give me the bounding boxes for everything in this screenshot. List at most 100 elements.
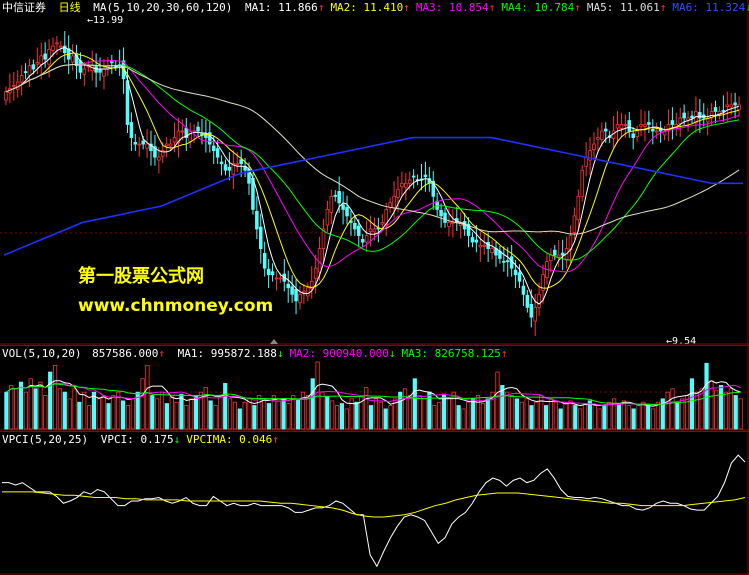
candle-body <box>12 84 16 87</box>
candle-body <box>266 268 271 276</box>
candle-body <box>125 80 130 125</box>
volume-bar <box>86 405 92 430</box>
candle-body <box>345 207 349 217</box>
volume-bar <box>106 403 111 430</box>
candle-body <box>737 104 741 111</box>
volume-bar <box>597 408 602 430</box>
candle-body <box>255 210 259 230</box>
volume-bar <box>72 388 77 430</box>
volume-bar <box>33 388 38 430</box>
volume-bar <box>509 395 515 430</box>
volume-bar <box>471 398 476 430</box>
candle-body <box>478 244 483 248</box>
volume-bar <box>23 391 28 430</box>
candle-body <box>157 156 161 161</box>
volume-bar <box>339 403 344 430</box>
volume-bar <box>558 408 563 430</box>
candle-body <box>23 71 28 73</box>
volume-bar <box>364 387 369 430</box>
candle-body <box>525 294 530 308</box>
volume-bar <box>602 405 607 430</box>
candle-body <box>643 124 647 127</box>
candle-body <box>262 253 267 269</box>
volume-bar <box>67 398 72 430</box>
candle-body <box>227 166 232 171</box>
volume-bar <box>155 398 160 430</box>
candle-body <box>725 104 730 107</box>
candle-body <box>70 55 75 63</box>
candle-body <box>353 223 357 230</box>
volume-bar <box>616 403 622 430</box>
volume-bar <box>57 388 63 430</box>
candle-body <box>560 252 565 256</box>
candle-body <box>670 120 675 125</box>
candle-body <box>59 45 63 48</box>
candle-body <box>286 283 290 289</box>
volume-bar <box>130 398 135 430</box>
candle-body <box>270 271 275 276</box>
volume-bar <box>432 405 437 430</box>
volume-bar <box>403 388 408 430</box>
candle-body <box>600 130 604 140</box>
volume-bar <box>266 403 272 430</box>
candle-body <box>110 61 114 64</box>
volume-bar <box>101 395 106 430</box>
candle-body <box>31 64 36 70</box>
candle-body <box>686 117 690 121</box>
volume-bar <box>719 385 724 430</box>
candle-body <box>505 260 510 263</box>
volume-bar <box>548 398 554 430</box>
candle-body <box>15 81 20 90</box>
candle-body <box>306 287 310 297</box>
volume-bar <box>480 403 485 430</box>
candle-body <box>215 148 220 158</box>
candle-body <box>137 143 142 146</box>
candle-body <box>411 175 416 178</box>
candle-body <box>733 102 737 106</box>
candle-body <box>302 290 306 293</box>
candle-body <box>47 48 51 65</box>
candle-body <box>443 212 447 223</box>
volume-bar <box>412 378 417 430</box>
volume-bar <box>655 401 661 430</box>
volume-bar <box>728 388 733 430</box>
candle-body <box>317 248 322 273</box>
candle-body <box>380 222 385 225</box>
volume-bar <box>587 400 592 430</box>
candle-body <box>596 137 600 140</box>
volume-bar <box>675 401 680 430</box>
volume-bar <box>451 391 456 430</box>
volume-bar <box>203 387 208 430</box>
volume-bar <box>257 395 262 430</box>
candle-body <box>211 145 216 152</box>
volume-bar <box>373 398 379 430</box>
volume-bar <box>291 395 296 430</box>
candle-body <box>357 225 361 236</box>
volume-bar <box>631 408 636 430</box>
ma30-line <box>5 63 740 261</box>
candle-body <box>572 215 577 233</box>
candle-body <box>556 254 561 258</box>
volume-bar <box>505 391 510 430</box>
volume-bar <box>417 395 422 430</box>
candle-body <box>180 130 185 133</box>
candle-body <box>690 115 694 119</box>
candle-body <box>615 124 620 129</box>
candle-body <box>490 248 494 253</box>
volume-bar <box>247 398 252 430</box>
volume-bar <box>641 401 646 430</box>
volume-bar <box>242 401 247 430</box>
volume-bar <box>213 405 218 430</box>
candle-body <box>439 209 443 217</box>
volume-bar <box>466 401 471 430</box>
volume-bar <box>310 378 315 430</box>
volume-bar <box>150 395 155 430</box>
volume-bar <box>330 400 335 430</box>
candle-body <box>251 177 255 210</box>
candle-body <box>333 194 338 197</box>
candle-body <box>188 130 192 142</box>
volume-bar <box>208 400 213 430</box>
candle-body <box>129 122 134 138</box>
candle-body <box>533 306 537 322</box>
ma60-line <box>5 63 740 235</box>
